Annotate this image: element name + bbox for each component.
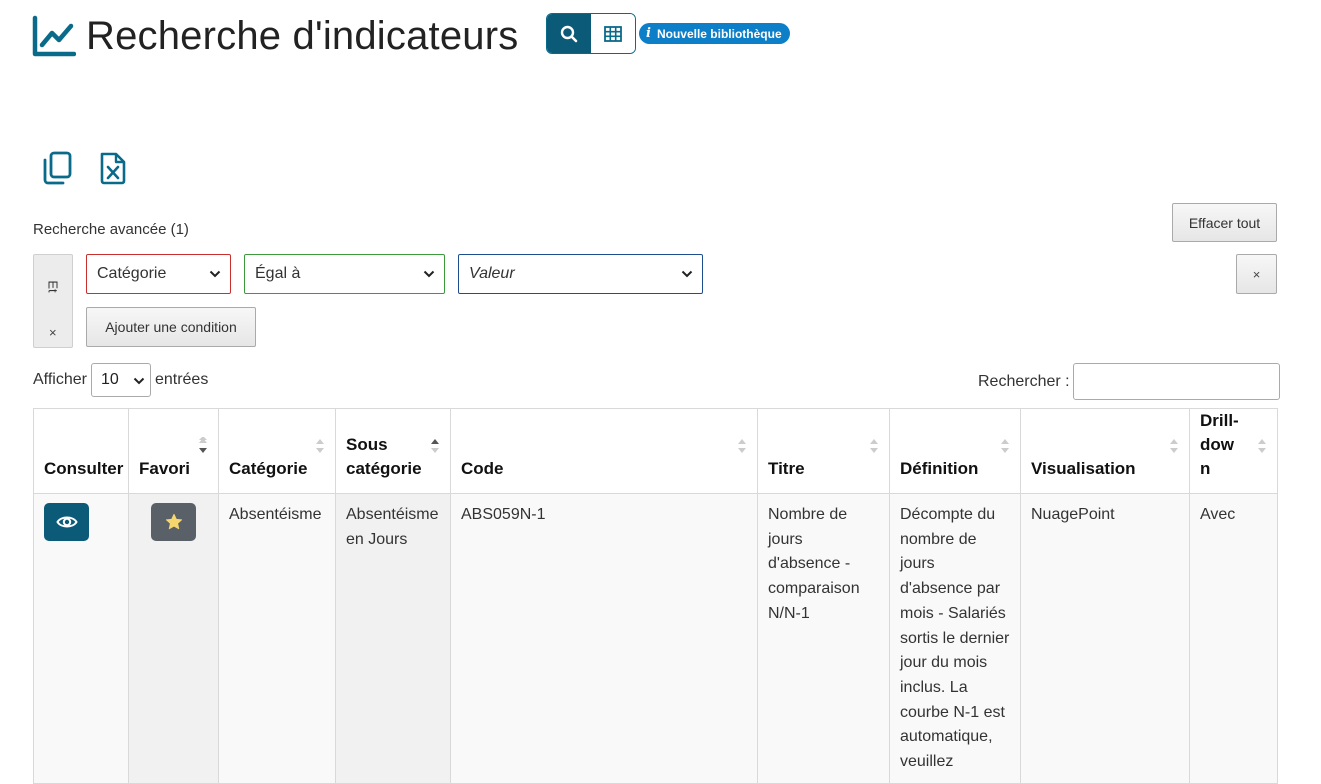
- search-icon: [560, 25, 578, 42]
- column-header-categorie[interactable]: Catégorie: [218, 408, 336, 494]
- chevron-down-icon: [133, 377, 145, 385]
- chevron-down-icon: [423, 270, 435, 278]
- sort-icon: [316, 439, 324, 453]
- cell-categorie: Absentéisme: [218, 493, 336, 784]
- view-indicator-button[interactable]: [44, 503, 89, 541]
- column-header-sous-categorie[interactable]: Sous catégorie: [335, 408, 451, 494]
- value-select-value: Valeur: [469, 265, 515, 282]
- page-length-value: 10: [100, 371, 119, 388]
- column-header-definition[interactable]: Définition: [889, 408, 1021, 494]
- operator-select[interactable]: Égal à: [244, 254, 445, 294]
- favorite-button[interactable]: [151, 503, 196, 541]
- page-length-select[interactable]: 10: [90, 363, 151, 397]
- line-chart-icon: [32, 15, 76, 57]
- clear-all-button[interactable]: Effacer tout: [1172, 203, 1277, 242]
- column-header-titre[interactable]: Titre: [757, 408, 890, 494]
- page-length-suffix: entrées: [154, 371, 209, 388]
- sort-desc-icon: [199, 437, 207, 453]
- table-row: Absentéisme Absentéisme en Jours ABS059N…: [33, 493, 1278, 784]
- sort-asc-icon: [431, 439, 439, 453]
- view-toggle: [546, 13, 636, 54]
- sort-icon: [1001, 439, 1009, 453]
- info-icon: i: [646, 26, 651, 41]
- cell-definition: Décompte du nombre de jours d'absence pa…: [889, 493, 1021, 784]
- logic-toggle[interactable]: Et ×: [33, 254, 73, 348]
- page-length-prefix: Afficher: [33, 371, 87, 388]
- column-header-favori[interactable]: Favori: [128, 408, 219, 494]
- new-library-label: Nouvelle bibliothèque: [656, 26, 782, 41]
- chevron-down-icon: [209, 270, 221, 278]
- chevron-down-icon: [681, 270, 693, 278]
- logic-label: Et: [45, 280, 61, 293]
- excel-export-icon[interactable]: [96, 150, 130, 186]
- field-select-value: Catégorie: [97, 265, 167, 282]
- sort-icon: [870, 439, 878, 453]
- sort-icon: [1258, 439, 1266, 453]
- cell-drilldown: Avec: [1189, 493, 1278, 784]
- eye-icon: [55, 516, 78, 528]
- value-select[interactable]: Valeur: [458, 254, 703, 294]
- page-length-control: Afficher 10 entrées: [33, 363, 208, 397]
- cell-code: ABS059N-1: [450, 493, 758, 784]
- cell-visualisation: NuagePoint: [1020, 493, 1190, 784]
- column-header-drilldown[interactable]: Drill-down: [1189, 408, 1278, 494]
- advanced-search-label: Recherche avancée (1): [33, 221, 189, 238]
- remove-condition-button[interactable]: ×: [1236, 254, 1277, 294]
- copy-icon[interactable]: [40, 150, 74, 186]
- column-header-consulter: Consulter: [33, 408, 129, 494]
- table-grid-icon: [604, 25, 622, 42]
- sort-icon: [738, 439, 746, 453]
- add-condition-button[interactable]: Ajouter une condition: [86, 307, 256, 347]
- column-header-visualisation[interactable]: Visualisation: [1020, 408, 1190, 494]
- table-header-row: Consulter Favori Catégorie Sous catégori…: [33, 408, 1278, 494]
- page-title: Recherche d'indicateurs: [86, 13, 519, 58]
- remove-group-button[interactable]: ×: [49, 325, 57, 340]
- page-header: Recherche d'indicateurs: [32, 10, 518, 62]
- indicators-table: Consulter Favori Catégorie Sous catégori…: [33, 408, 1278, 784]
- search-view-button[interactable]: [547, 14, 591, 53]
- grid-view-button[interactable]: [591, 14, 635, 53]
- cell-favori: [128, 493, 219, 784]
- field-select[interactable]: Catégorie: [86, 254, 231, 294]
- export-buttons: [40, 150, 130, 186]
- table-search-input[interactable]: [1072, 363, 1280, 400]
- cell-titre: Nombre de jours d'absence - comparaison …: [757, 493, 890, 784]
- table-search-label: Rechercher :: [978, 372, 1070, 390]
- column-header-code[interactable]: Code: [450, 408, 758, 494]
- star-icon: [165, 513, 182, 530]
- operator-select-value: Égal à: [255, 265, 301, 282]
- sort-icon: [1170, 439, 1178, 453]
- cell-sous-categorie: Absentéisme en Jours: [335, 493, 451, 784]
- new-library-badge[interactable]: i Nouvelle bibliothèque: [639, 23, 790, 44]
- cell-consulter: [33, 493, 129, 784]
- table-search: Rechercher :: [978, 363, 1280, 400]
